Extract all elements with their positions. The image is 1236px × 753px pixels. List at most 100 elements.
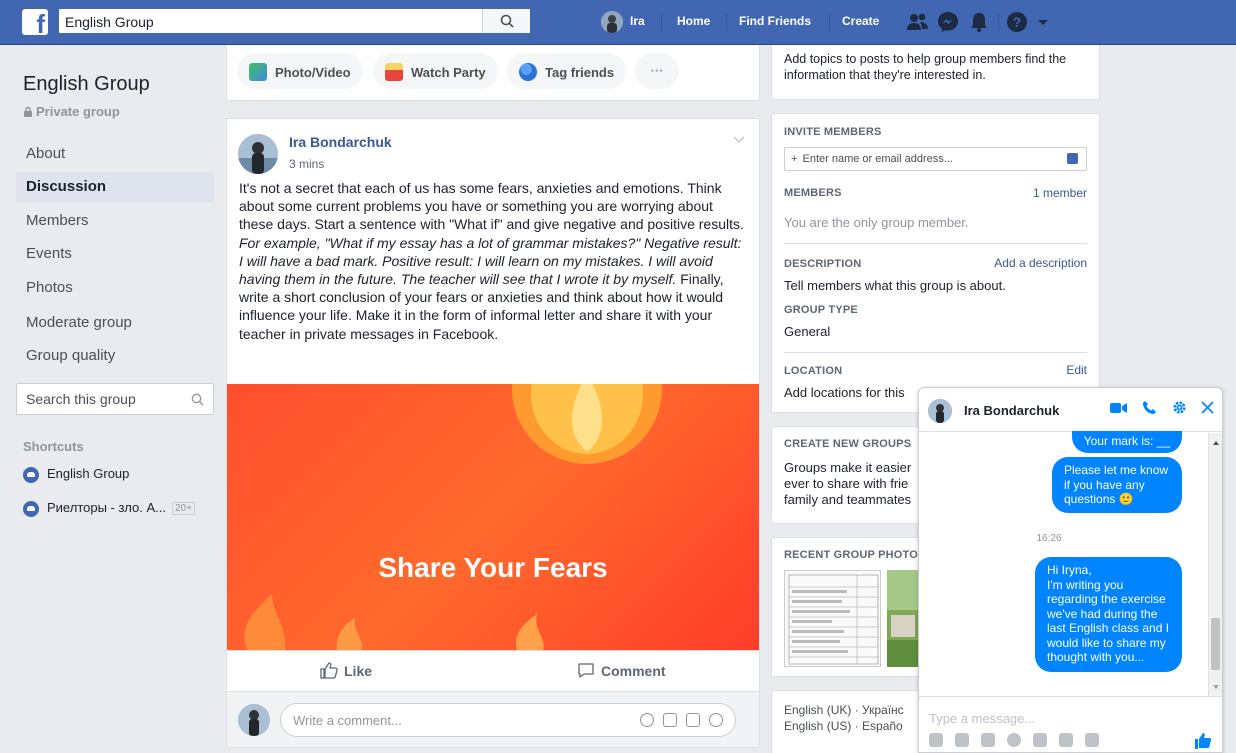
chat-scrollbar[interactable] <box>1208 433 1222 696</box>
comment-label: Comment <box>601 663 666 679</box>
messenger-icon[interactable] <box>937 11 961 33</box>
send-like-thumbs-up-icon[interactable] <box>1194 733 1212 749</box>
image-icon[interactable] <box>929 733 943 747</box>
comment-button[interactable]: Comment <box>577 662 666 679</box>
post-timestamp[interactable]: 3 mins <box>289 157 324 171</box>
phone-call-icon[interactable] <box>1142 400 1157 420</box>
invite-members-input[interactable]: + Enter name or email address... <box>784 147 1087 171</box>
invite-placeholder-text: Enter name or email address... <box>802 153 953 165</box>
friend-requests-icon[interactable] <box>906 11 930 33</box>
contact-card-icon[interactable] <box>1067 153 1078 164</box>
gif-icon[interactable] <box>686 713 700 727</box>
sticker-icon[interactable] <box>709 713 723 727</box>
close-icon[interactable] <box>1201 401 1214 419</box>
add-description-link[interactable]: Add a description <box>994 256 1087 270</box>
chat-header-actions <box>1100 400 1214 420</box>
language-links[interactable]: English (US) · Españo <box>784 719 903 733</box>
plus-icon: + <box>791 153 798 165</box>
photo-video-button[interactable]: Photo/Video <box>237 53 363 89</box>
post-author-name[interactable]: Ira Bondarchuk <box>289 134 392 150</box>
nav-find-friends-link[interactable]: Find Friends <box>739 14 811 28</box>
scroll-thumb[interactable] <box>1211 618 1220 670</box>
group-type-label: GROUP TYPE <box>784 304 858 316</box>
video-call-icon[interactable] <box>1109 401 1128 419</box>
sidebar-item-members[interactable]: Members <box>16 206 214 236</box>
sidebar-item-moderate-group[interactable]: Moderate group <box>16 308 214 338</box>
emoji-icon[interactable] <box>640 713 654 727</box>
comment-icon <box>578 663 594 678</box>
shortcut-label: English Group <box>47 466 130 481</box>
members-count-link[interactable]: 1 member <box>1033 186 1087 200</box>
emoji-icon[interactable] <box>1007 733 1021 747</box>
sticker-icon[interactable] <box>955 733 969 747</box>
camera-icon[interactable] <box>1085 733 1099 747</box>
group-icon <box>23 466 39 483</box>
nav-divider <box>829 14 830 31</box>
tag-friends-button[interactable]: Tag friends <box>507 53 627 89</box>
help-icon[interactable]: ? <box>1006 11 1030 33</box>
group-title[interactable]: English Group <box>23 73 150 96</box>
chat-contact-name[interactable]: Ira Bondarchuk <box>964 403 1059 418</box>
message-bubble[interactable]: Hi Iryna, I'm writing you regarding the … <box>1035 557 1182 672</box>
comment-placeholder: Write a comment... <box>293 713 402 728</box>
scroll-down-icon[interactable] <box>1209 681 1223 693</box>
sidebar-item-about[interactable]: About <box>16 139 214 169</box>
like-label: Like <box>344 663 373 679</box>
language-links[interactable]: English (UK) · Українс <box>784 703 904 717</box>
group-type-value: General <box>784 324 831 339</box>
members-label: MEMBERS <box>784 187 842 199</box>
gif-icon[interactable] <box>981 733 995 747</box>
search-button[interactable] <box>482 9 530 33</box>
recent-photo-thumbnail[interactable] <box>887 570 919 667</box>
svg-text:?: ? <box>1013 14 1022 30</box>
comment-composer: Write a comment... <box>227 691 759 747</box>
shortcut-item[interactable]: English Group <box>23 466 129 483</box>
photo-video-label: Photo/Video <box>275 65 351 80</box>
profile-name-link[interactable]: Ira <box>630 14 645 28</box>
group-info-card: INVITE MEMBERS + Enter name or email add… <box>771 113 1100 413</box>
facebook-logo-icon[interactable]: f <box>22 9 48 37</box>
chat-avatar[interactable] <box>928 399 952 423</box>
post-options-chevron-down-icon[interactable] <box>733 133 745 147</box>
edit-location-link[interactable]: Edit <box>1066 363 1087 377</box>
comment-input[interactable]: Write a comment... <box>280 703 736 737</box>
like-button[interactable]: Like <box>320 662 372 679</box>
sidebar-item-discussion[interactable]: Discussion <box>16 172 214 202</box>
message-bubble[interactable]: Your mark is: __ <box>1071 431 1182 453</box>
message-input[interactable]: Type a message... <box>929 711 1035 726</box>
camera-icon[interactable] <box>663 713 677 727</box>
message-bubble[interactable]: Please let me know if you have any quest… <box>1052 457 1182 513</box>
divider <box>784 352 1087 353</box>
recent-photo-thumbnail[interactable] <box>784 570 881 667</box>
chat-header[interactable]: Ira Bondarchuk <box>919 388 1222 432</box>
global-search-value: English Group <box>65 14 154 30</box>
author-avatar[interactable] <box>238 134 278 174</box>
search-group-input[interactable]: Search this group <box>16 383 214 415</box>
message-composer: Type a message... <box>919 696 1222 752</box>
post-image[interactable]: Share Your Fears <box>227 384 759 650</box>
sidebar-item-group-quality[interactable]: Group quality <box>16 341 214 371</box>
global-search-input[interactable]: English Group <box>58 8 531 34</box>
watch-party-button[interactable]: Watch Party <box>373 53 498 89</box>
scroll-up-icon[interactable] <box>1209 437 1223 449</box>
notifications-bell-icon[interactable] <box>968 11 992 33</box>
nav-home-link[interactable]: Home <box>677 14 710 28</box>
nav-create-link[interactable]: Create <box>842 14 879 28</box>
popcorn-icon <box>385 63 403 81</box>
top-navigation-bar: f English Group Ira Home Find Friends Cr… <box>0 0 1236 45</box>
profile-avatar[interactable] <box>601 11 623 33</box>
create-groups-text: Groups make it easier <box>784 460 912 475</box>
unread-count-badge: 20+ <box>172 502 195 516</box>
payment-icon[interactable] <box>1033 733 1047 747</box>
sidebar-item-events[interactable]: Events <box>16 239 214 269</box>
sidebar-item-photos[interactable]: Photos <box>16 273 214 303</box>
topics-text: Add topics to posts to help group member… <box>784 52 1067 82</box>
attachment-icon[interactable] <box>1059 733 1073 747</box>
more-options-button[interactable]: ··· <box>635 53 679 89</box>
watch-party-label: Watch Party <box>411 65 486 80</box>
settings-gear-icon[interactable] <box>1172 400 1187 420</box>
create-groups-text: family and teammates <box>784 492 912 507</box>
composer-actions-card: Photo/Video Watch Party Tag friends ··· <box>226 45 760 101</box>
shortcut-item[interactable]: Риелторы - зло. А... 20+ <box>23 500 195 517</box>
account-menu-chevron-down-icon[interactable] <box>1036 11 1050 33</box>
